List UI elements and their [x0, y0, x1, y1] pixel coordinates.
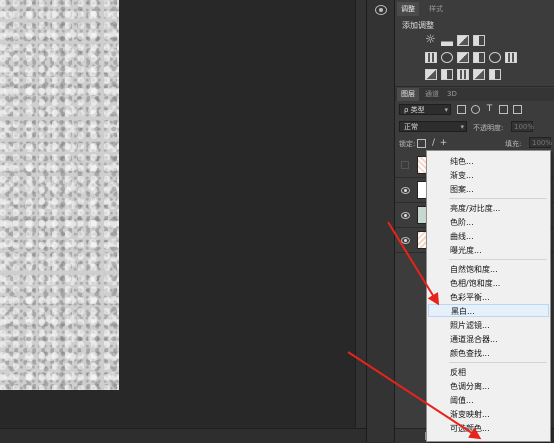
adjustments-title: 添加调整 [402, 21, 434, 30]
panel-divider [395, 86, 554, 87]
black-white-icon[interactable] [473, 52, 485, 63]
menu-item[interactable]: 颜色查找... [428, 347, 549, 360]
eye-icon[interactable] [401, 187, 410, 194]
menu-item[interactable]: 照片滤镜... [428, 319, 549, 332]
adjustment-layer-menu: 纯色... 渐变... 图案... 亮度/对比度... 色阶... 曲线... … [426, 150, 551, 442]
menu-item[interactable]: 色调分离... [428, 380, 549, 393]
curves-icon[interactable] [457, 35, 469, 46]
color-balance-icon[interactable] [457, 52, 469, 63]
filter-type-icon[interactable]: T [485, 105, 494, 114]
stucco-texture-image [0, 0, 119, 390]
visibility-off-icon[interactable] [401, 161, 409, 169]
tab-3d[interactable]: 3D [443, 88, 461, 101]
filter-pixel-icon[interactable] [457, 105, 466, 114]
invert-icon[interactable] [425, 69, 437, 80]
tab-channels[interactable]: 通道 [421, 88, 443, 101]
menu-item[interactable]: 渐变映射... [428, 408, 549, 421]
menu-item[interactable]: 曝光度... [428, 244, 549, 257]
filter-smart-object-icon[interactable] [513, 105, 522, 114]
menu-item[interactable]: 反相 [428, 366, 549, 379]
filter-shape-icon[interactable] [499, 105, 508, 114]
menu-item[interactable]: 亮度/对比度... [428, 202, 549, 215]
threshold-icon[interactable] [457, 69, 469, 80]
tab-layers[interactable]: 图层 [397, 88, 419, 101]
move-icon[interactable]: + [439, 139, 448, 148]
menu-item[interactable]: 通道混合器... [428, 333, 549, 346]
menu-item[interactable]: 色相/饱和度... [428, 277, 549, 290]
lock-pixels-icon[interactable] [417, 139, 426, 148]
layer-filter-select[interactable]: ρ 类型 [399, 104, 451, 115]
adjustment-icons-row-2 [425, 52, 517, 63]
menu-separator [449, 362, 547, 363]
tab-styles[interactable]: 样式 [425, 2, 447, 16]
menu-separator [449, 198, 547, 199]
eye-icon[interactable] [401, 212, 410, 219]
blend-mode-select[interactable]: 正常 [399, 121, 467, 132]
menu-item[interactable]: 渐变... [428, 169, 549, 182]
document-canvas[interactable] [0, 0, 367, 443]
levels-icon[interactable] [441, 35, 453, 46]
filter-adjustment-icon[interactable] [471, 105, 480, 114]
menu-item[interactable]: 自然饱和度... [428, 263, 549, 276]
exposure-icon[interactable] [473, 35, 485, 46]
menu-item[interactable]: 可选颜色... [428, 422, 549, 435]
menu-item-black-white[interactable]: 黑白... [428, 304, 549, 317]
fill-label: 填充: [505, 140, 522, 148]
menu-item[interactable]: 色彩平衡... [428, 291, 549, 304]
opacity-label: 不透明度: [473, 124, 504, 132]
selective-color-icon[interactable] [473, 69, 485, 80]
tab-adjustments[interactable]: 调整 [397, 2, 419, 16]
hue-saturation-icon[interactable] [441, 52, 453, 63]
layers-tabs: 图层 通道 3D [395, 88, 554, 101]
gradient-map-icon[interactable] [489, 69, 501, 80]
adjustments-tabs: 调整 样式 [395, 2, 554, 16]
photo-filter-icon[interactable] [489, 52, 501, 63]
horizontal-scrollbar[interactable] [0, 428, 366, 443]
menu-item[interactable]: 纯色... [428, 155, 549, 168]
adjustment-icons-row-1 [425, 32, 485, 46]
panel-toggle-icon[interactable] [375, 5, 387, 15]
opacity-input[interactable]: 100% [511, 121, 534, 132]
brightness-icon[interactable] [425, 32, 437, 46]
menu-item[interactable]: 阈值... [428, 394, 549, 407]
menu-item[interactable]: 色阶... [428, 216, 549, 229]
adjustment-icons-row-3 [425, 69, 501, 80]
menu-separator [449, 259, 547, 260]
posterize-icon[interactable] [441, 69, 453, 80]
lock-label: 锁定: [399, 140, 416, 148]
collapsed-panel-strip [366, 0, 395, 442]
channel-mixer-icon[interactable] [505, 52, 517, 63]
eye-icon[interactable] [401, 237, 410, 244]
menu-item[interactable]: 曲线... [428, 230, 549, 243]
brush-icon[interactable]: / [429, 139, 438, 148]
fill-input[interactable]: 100% [529, 137, 552, 148]
vibrance-icon[interactable] [425, 52, 437, 63]
menu-item[interactable]: 图案... [428, 183, 549, 196]
